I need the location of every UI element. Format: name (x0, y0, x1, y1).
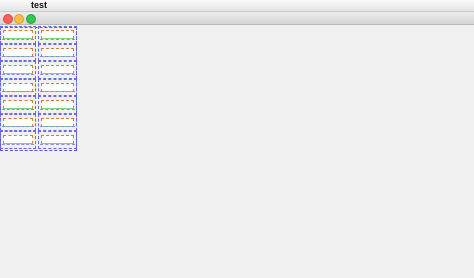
field-underline (40, 56, 75, 59)
grid-cell (38, 78, 77, 96)
zoom-window-button[interactable] (26, 14, 36, 24)
grid-cell (0, 96, 36, 114)
close-window-button[interactable] (3, 14, 13, 24)
field-underline (2, 91, 34, 94)
apple-icon[interactable] (9, 0, 19, 11)
field-underline (40, 126, 75, 129)
field-underline (40, 143, 75, 147)
grid-cell (38, 61, 77, 79)
field-underline (2, 143, 34, 147)
window-content (0, 25, 474, 278)
field-underline (2, 56, 34, 59)
window-title-bar[interactable] (0, 12, 474, 25)
grid-cell (0, 43, 36, 61)
app-menu-name[interactable]: test (31, 0, 47, 11)
grid-cell (38, 96, 77, 114)
grid-cell (0, 26, 36, 44)
field-underline (2, 38, 34, 42)
grid-cell (0, 131, 36, 149)
field-grid (0, 25, 80, 155)
grid-cell (0, 113, 36, 131)
grid-cell (0, 78, 36, 96)
grid-cell (38, 43, 77, 61)
field-underline (40, 73, 75, 77)
field-underline (40, 38, 75, 42)
field-underline (40, 91, 75, 94)
menu-bar: test (0, 0, 474, 12)
grid-cell (38, 131, 77, 149)
field-underline (2, 73, 34, 77)
grid-cell (38, 113, 77, 131)
minimize-window-button[interactable] (14, 14, 24, 24)
field-underline (2, 108, 34, 112)
grid-cell (38, 26, 77, 44)
field-underline (40, 108, 75, 112)
grid-cell (0, 61, 36, 79)
field-underline (2, 126, 34, 129)
